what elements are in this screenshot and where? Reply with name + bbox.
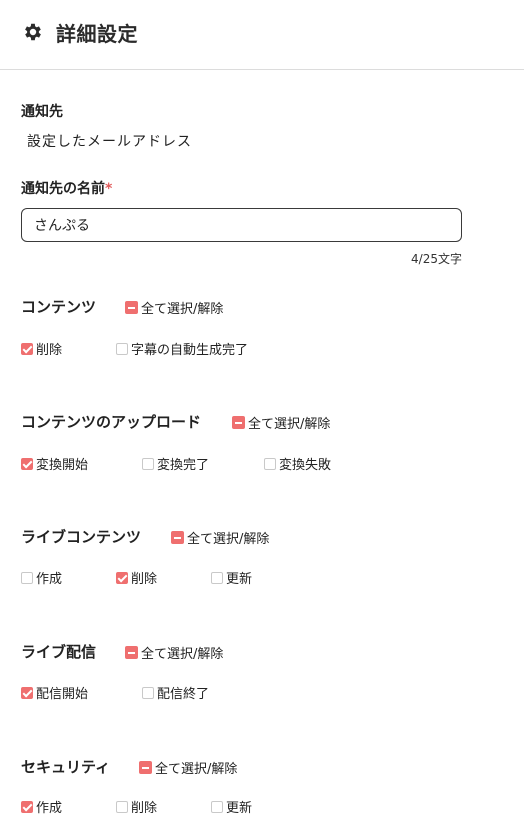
name-input[interactable] (21, 208, 462, 242)
checkbox-checked-icon (21, 800, 33, 813)
minus-icon (125, 301, 138, 314)
checkbox-empty-icon (211, 800, 223, 813)
checkbox-empty-icon (142, 686, 154, 699)
checkbox-upload-convert-fail[interactable]: 変換失敗 (264, 454, 331, 473)
checkbox-empty-icon (142, 457, 154, 470)
destination-value: 設定したメールアドレス (27, 134, 192, 150)
checkbox-empty-icon (116, 800, 128, 813)
checkbox-checked-icon (21, 686, 33, 699)
checkbox-stream-end[interactable]: 配信終了 (142, 683, 209, 702)
page-title: 詳細設定 (56, 22, 138, 46)
destination-label: 通知先 (21, 104, 63, 120)
minus-icon (125, 646, 138, 659)
section-title-security: セキュリティ (21, 758, 111, 776)
checkbox-security-update[interactable]: 更新 (211, 797, 252, 816)
select-all-upload[interactable]: 全て選択/解除 (232, 413, 330, 432)
minus-icon (232, 416, 245, 429)
checkbox-live-delete[interactable]: 削除 (116, 568, 157, 587)
checkbox-empty-icon (116, 342, 128, 355)
section-title-contents: コンテンツ (21, 298, 97, 316)
checkbox-live-update[interactable]: 更新 (211, 568, 252, 587)
select-all-live-stream[interactable]: 全て選択/解除 (125, 643, 223, 662)
gear-icon (25, 23, 41, 41)
checkbox-empty-icon (21, 571, 33, 584)
select-all-live-contents[interactable]: 全て選択/解除 (171, 528, 269, 547)
checkbox-security-delete[interactable]: 削除 (116, 797, 157, 816)
section-title-live-contents: ライブコンテンツ (21, 528, 142, 546)
minus-icon (171, 531, 184, 544)
checkbox-contents-delete[interactable]: 削除 (21, 339, 62, 358)
checkbox-checked-icon (21, 457, 33, 470)
required-mark: * (105, 181, 113, 197)
checkbox-security-create[interactable]: 作成 (21, 797, 62, 816)
character-counter: 4/25文字 (411, 252, 462, 266)
checkbox-checked-icon (116, 571, 128, 584)
section-title-upload: コンテンツのアップロード (21, 413, 202, 431)
checkbox-upload-convert-start[interactable]: 変換開始 (21, 454, 88, 473)
minus-icon (139, 761, 152, 774)
checkbox-live-create[interactable]: 作成 (21, 568, 62, 587)
checkbox-stream-start[interactable]: 配信開始 (21, 683, 88, 702)
section-title-live-stream: ライブ配信 (21, 643, 97, 661)
checkbox-upload-convert-done[interactable]: 変換完了 (142, 454, 209, 473)
checkbox-empty-icon (211, 571, 223, 584)
select-all-contents[interactable]: 全て選択/解除 (125, 298, 223, 317)
checkbox-contents-subtitle-done[interactable]: 字幕の自動生成完了 (116, 339, 248, 358)
page-header: 詳細設定 (0, 0, 524, 70)
checkbox-checked-icon (21, 342, 33, 355)
select-all-security[interactable]: 全て選択/解除 (139, 758, 237, 777)
checkbox-empty-icon (264, 457, 276, 470)
name-label: 通知先の名前* (21, 181, 113, 197)
